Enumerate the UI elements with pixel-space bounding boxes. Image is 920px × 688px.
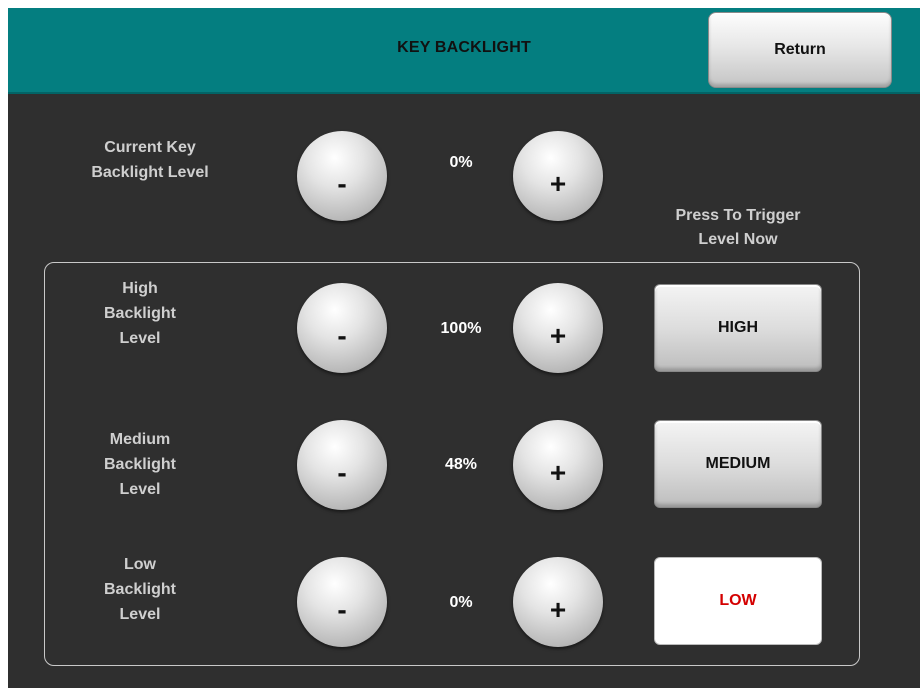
low-decrease-button[interactable]: - — [297, 557, 387, 647]
low-level-value: 0% — [449, 594, 473, 611]
current-level-label: Current Key Backlight Level — [50, 135, 250, 185]
medium-increase-button[interactable]: + — [513, 420, 603, 510]
trigger-low-button[interactable]: LOW — [654, 557, 822, 645]
trigger-heading-line1: Press To Trigger — [675, 207, 801, 224]
trigger-heading: Press To Trigger Level Now — [628, 204, 848, 252]
low-increase-button[interactable]: + — [513, 557, 603, 647]
high-level-value: 100% — [440, 320, 482, 337]
high-increase-button[interactable]: + — [513, 283, 603, 373]
medium-level-label: Medium Backlight Level — [40, 427, 240, 502]
current-decrease-button[interactable]: - — [297, 131, 387, 221]
current-level-label-line1: Current Key — [104, 139, 196, 156]
high-level-label-line3: Level — [119, 330, 161, 347]
title-bar: KEY BACKLIGHT Return — [8, 8, 920, 94]
medium-level-label-line2: Backlight — [103, 456, 176, 473]
low-level-label-line1: Low — [124, 556, 156, 573]
medium-decrease-button[interactable]: - — [297, 420, 387, 510]
current-level-value: 0% — [449, 154, 473, 171]
low-level-label: Low Backlight Level — [40, 552, 240, 627]
low-level-label-line2: Backlight — [103, 581, 176, 598]
current-level-label-line2: Backlight Level — [91, 164, 209, 181]
high-level-label-line1: High — [122, 280, 158, 297]
screen: KEY BACKLIGHT Return Current Key Backlig… — [8, 8, 920, 688]
trigger-high-button[interactable]: HIGH — [654, 284, 822, 372]
medium-level-value: 48% — [444, 456, 478, 473]
high-level-label-line2: Backlight — [103, 305, 176, 322]
current-increase-button[interactable]: + — [513, 131, 603, 221]
medium-level-label-line3: Level — [119, 481, 161, 498]
trigger-medium-button[interactable]: MEDIUM — [654, 420, 822, 508]
return-button[interactable]: Return — [708, 12, 892, 88]
medium-level-label-line1: Medium — [109, 431, 171, 448]
trigger-heading-line2: Level Now — [698, 231, 778, 248]
high-level-label: High Backlight Level — [40, 276, 240, 351]
low-level-label-line3: Level — [119, 606, 161, 623]
high-decrease-button[interactable]: - — [297, 283, 387, 373]
